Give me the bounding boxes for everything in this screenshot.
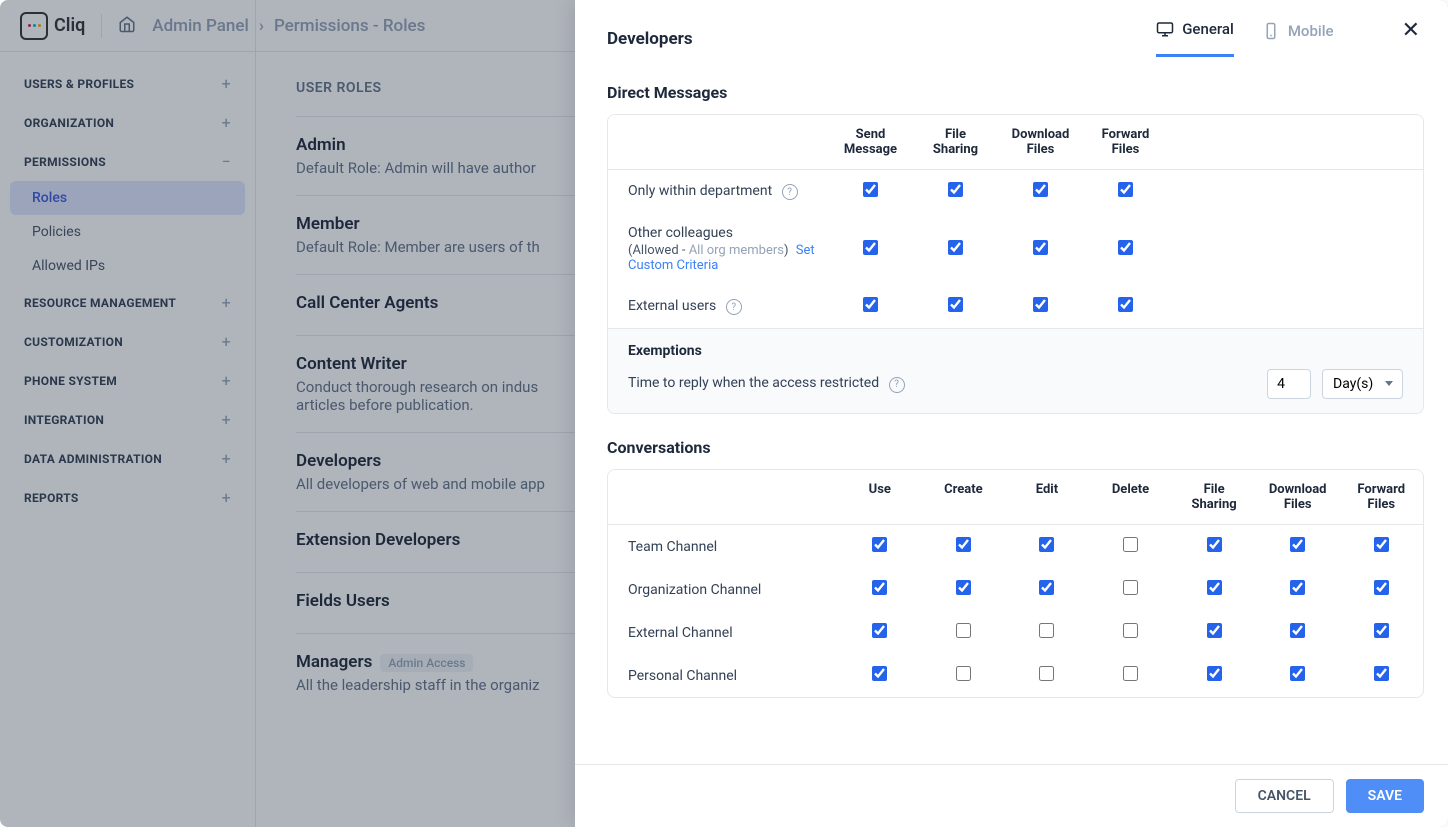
permission-checkbox[interactable] (1290, 537, 1305, 552)
permission-checkbox[interactable] (1207, 580, 1222, 595)
perm-row: Team Channel (608, 525, 1423, 568)
row-label: External Channel (608, 625, 838, 641)
column-header: Delete (1089, 482, 1173, 512)
permission-checkbox[interactable] (1033, 182, 1048, 197)
panel-title: Developers (607, 29, 693, 49)
column-header: FileSharing (913, 127, 998, 157)
perm-row: Only within department ? (608, 170, 1423, 213)
close-icon[interactable]: ✕ (1402, 18, 1420, 59)
perm-row: Personal Channel (608, 654, 1423, 697)
monitor-icon (1156, 20, 1174, 38)
conv-section-title: Conversations (607, 438, 1424, 457)
permission-checkbox[interactable] (948, 297, 963, 312)
permission-checkbox[interactable] (956, 623, 971, 638)
dm-table: SendMessageFileSharingDownloadFilesForwa… (607, 114, 1424, 414)
row-label: Team Channel (608, 539, 838, 555)
row-label: Personal Channel (608, 668, 838, 684)
permission-checkbox[interactable] (1118, 297, 1133, 312)
permission-checkbox[interactable] (1290, 580, 1305, 595)
panel-footer: CANCEL SAVE (575, 764, 1448, 827)
column-header: Create (922, 482, 1006, 512)
column-header: Edit (1005, 482, 1089, 512)
save-button[interactable]: SAVE (1346, 779, 1424, 813)
permission-checkbox[interactable] (948, 182, 963, 197)
perm-row: External users ? (608, 285, 1423, 328)
permission-checkbox[interactable] (1039, 666, 1054, 681)
row-label: Other colleagues(Allowed - All org membe… (608, 225, 828, 273)
permission-checkbox[interactable] (872, 623, 887, 638)
column-header: Use (838, 482, 922, 512)
row-label: External users ? (608, 298, 828, 316)
perm-row: Other colleagues(Allowed - All org membe… (608, 213, 1423, 285)
permission-checkbox[interactable] (956, 666, 971, 681)
row-label: Organization Channel (608, 582, 838, 598)
row-label: Only within department ? (608, 183, 828, 201)
settings-panel: Developers General Mobile ✕ Direct Messa… (575, 0, 1448, 827)
conv-table: UseCreateEditDeleteFileSharingDownloadFi… (607, 469, 1424, 698)
help-icon[interactable]: ? (782, 184, 798, 200)
column-header: FileSharing (1172, 482, 1256, 512)
permission-checkbox[interactable] (1374, 537, 1389, 552)
exemptions-title: Exemptions (628, 343, 1403, 359)
panel-header: Developers General Mobile ✕ (575, 0, 1448, 59)
permission-checkbox[interactable] (863, 297, 878, 312)
help-icon[interactable]: ? (726, 299, 742, 315)
perm-row: Organization Channel (608, 568, 1423, 611)
mobile-icon (1262, 22, 1280, 40)
permission-checkbox[interactable] (1123, 580, 1138, 595)
permission-checkbox[interactable] (863, 240, 878, 255)
reply-time-input[interactable] (1267, 369, 1311, 399)
tab-mobile[interactable]: Mobile (1262, 22, 1334, 56)
permission-checkbox[interactable] (1123, 623, 1138, 638)
column-header: ForwardFiles (1083, 127, 1168, 157)
column-header: SendMessage (828, 127, 913, 157)
exemptions-label: Time to reply when the access restricted (628, 375, 879, 391)
reply-unit-select[interactable]: Day(s) (1322, 369, 1403, 399)
permission-checkbox[interactable] (872, 666, 887, 681)
dm-section-title: Direct Messages (607, 83, 1424, 102)
permission-checkbox[interactable] (956, 537, 971, 552)
permission-checkbox[interactable] (1123, 537, 1138, 552)
help-icon[interactable]: ? (889, 377, 905, 393)
perm-row: External Channel (608, 611, 1423, 654)
permission-checkbox[interactable] (1033, 297, 1048, 312)
permission-checkbox[interactable] (1033, 240, 1048, 255)
permission-checkbox[interactable] (872, 580, 887, 595)
exemptions-section: Exemptions Time to reply when the access… (608, 328, 1423, 413)
permission-checkbox[interactable] (1374, 623, 1389, 638)
permission-checkbox[interactable] (1118, 240, 1133, 255)
permission-checkbox[interactable] (1118, 182, 1133, 197)
permission-checkbox[interactable] (1207, 623, 1222, 638)
permission-checkbox[interactable] (872, 537, 887, 552)
permission-checkbox[interactable] (1039, 537, 1054, 552)
column-header: ForwardFiles (1339, 482, 1423, 512)
permission-checkbox[interactable] (1039, 623, 1054, 638)
column-header: DownloadFiles (1256, 482, 1340, 512)
permission-checkbox[interactable] (863, 182, 878, 197)
permission-checkbox[interactable] (1290, 666, 1305, 681)
panel-body: Direct Messages SendMessageFileSharingDo… (575, 59, 1448, 764)
permission-checkbox[interactable] (948, 240, 963, 255)
permission-checkbox[interactable] (1123, 666, 1138, 681)
permission-checkbox[interactable] (1039, 580, 1054, 595)
cancel-button[interactable]: CANCEL (1235, 779, 1334, 813)
permission-checkbox[interactable] (1290, 623, 1305, 638)
column-header: DownloadFiles (998, 127, 1083, 157)
permission-checkbox[interactable] (1207, 666, 1222, 681)
permission-checkbox[interactable] (1374, 666, 1389, 681)
permission-checkbox[interactable] (1207, 537, 1222, 552)
permission-checkbox[interactable] (1374, 580, 1389, 595)
tab-general[interactable]: General (1156, 20, 1234, 57)
permission-checkbox[interactable] (956, 580, 971, 595)
panel-tabs: General Mobile ✕ (1156, 18, 1420, 59)
